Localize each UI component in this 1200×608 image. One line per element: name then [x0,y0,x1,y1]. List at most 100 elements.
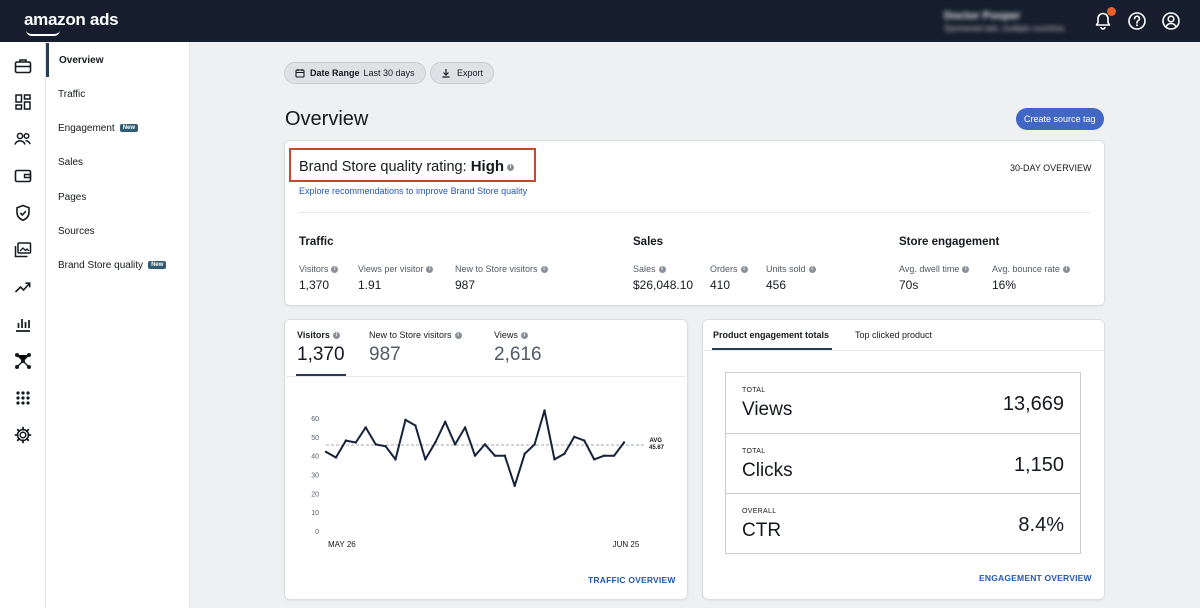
help-icon[interactable] [1127,11,1147,31]
x-tick-label: JUN 25 [613,540,640,549]
y-tick-label: 20 [311,491,319,498]
data-point [553,458,556,461]
info-icon[interactable]: i [808,266,816,274]
subnav-label: Traffic [58,88,86,100]
create-source-tag-button[interactable]: Create source tag [1016,108,1104,130]
tabs-divider [286,376,686,377]
y-tick-label: 0 [315,529,319,536]
wallet-icon[interactable] [13,166,33,186]
export-button[interactable]: Export [430,62,495,84]
data-point [354,441,357,444]
apps-icon[interactable] [13,388,33,408]
tab-value: 987 [369,344,401,365]
info-icon[interactable]: i [520,332,528,340]
info-icon[interactable]: i [454,332,462,340]
data-point [503,454,506,457]
export-label: Export [457,68,484,78]
subnav-item-overview[interactable]: Overview [46,43,190,77]
data-point [444,420,447,423]
engagement-overview-link[interactable]: ENGAGEMENT OVERVIEW [979,573,1092,583]
subnav-item-sources[interactable]: Sources [46,214,190,248]
audience-icon[interactable] [13,129,33,149]
data-point [483,443,487,446]
summary-divider [299,212,1091,213]
subnav-item-pages[interactable]: Pages [46,180,190,214]
data-point [324,450,328,454]
tab-visitors[interactable]: Visitors i 1,370 [297,330,345,366]
metric-label-visitors: Visitors i [299,264,339,274]
totals-row-clicks: TOTAL Clicks 1,150 [726,433,1080,493]
date-range-button[interactable]: Date Range Last 30 days [284,62,426,84]
totals-caption: OVERALL [742,508,777,515]
account-icon[interactable] [1161,11,1181,31]
y-tick-label: 40 [311,454,319,461]
notification-dot [1107,7,1116,16]
subnav-item-traffic[interactable]: Traffic [46,77,190,111]
subnav-item-sales[interactable]: Sales [46,145,190,179]
totals-caption: TOTAL [742,448,766,455]
subnav-item-engagement[interactable]: Engagement New [46,111,190,145]
bar-chart-icon[interactable] [13,314,33,334]
period-label: 30-DAY OVERVIEW [1010,163,1092,173]
info-icon[interactable]: i [1062,266,1070,274]
info-icon[interactable]: i [740,266,748,274]
y-tick-label: 10 [311,510,319,517]
info-icon[interactable]: i [540,266,548,274]
media-icon[interactable] [13,240,33,260]
top-bar: amazon ads Doctor Pooper Sponsored ads, … [0,0,1200,42]
tab-label: Visitors i [297,330,345,340]
quality-rating-value: High [470,158,505,175]
metric-value-bounce-rate: 16% [992,278,1017,292]
data-point [424,458,427,461]
dashboard-icon[interactable] [13,92,33,112]
tabs-divider [703,350,1104,351]
metric-label-sales: Sales i [633,264,666,274]
network-icon[interactable] [13,351,33,371]
data-point [533,443,536,446]
tab-new-to-store-visitors[interactable]: New to Store visitors i 987 [369,330,462,366]
quality-recommendations-link[interactable]: Explore recommendations to improve Brand… [299,186,527,196]
info-icon[interactable]: i [507,163,515,171]
info-icon[interactable]: i [331,266,339,274]
new-badge: New [148,261,167,269]
logo-smile [26,30,60,36]
account-subtitle: Sponsored ads, multiple countries [944,24,1065,33]
trend-icon[interactable] [13,277,33,297]
info-icon[interactable]: i [332,332,340,340]
metric-value-sales: $26,048.10 [633,278,694,292]
tab-top-clicked-product[interactable]: Top clicked product [855,330,932,340]
data-point [593,458,596,461]
metric-value-views-per-visitor: 1.91 [358,278,382,292]
briefcase-icon[interactable] [13,56,33,76]
subnav-item-brand-store-quality[interactable]: Brand Store quality New [46,248,190,282]
y-tick-label: 30 [311,473,319,480]
tab-product-engagement-totals[interactable]: Product engagement totals [713,330,829,340]
subnav-label: Brand Store quality [58,259,144,271]
data-point [602,454,606,457]
info-icon[interactable]: i [426,266,434,274]
totals-name: CTR [742,520,782,541]
data-point [473,454,477,457]
tab-views[interactable]: Views i 2,616 [494,330,542,366]
data-point [493,454,497,457]
account-name: Doctor Pooper [944,10,1021,22]
metric-label-dwell-time: Avg. dwell time i [899,264,970,274]
gear-icon[interactable] [13,425,33,445]
metric-value-new-to-store: 987 [455,278,476,292]
average-value: 45.67 [649,445,665,451]
info-icon[interactable]: i [962,266,970,274]
tab-value: 2,616 [494,344,542,365]
totals-caption: TOTAL [742,387,766,394]
date-range-label: Date Range [310,68,360,78]
account-switcher[interactable]: Doctor Pooper Sponsored ads, multiple co… [944,10,1065,33]
metric-label-orders: Orders i [710,264,748,274]
store-engagement-heading: Store engagement [899,236,1000,248]
quality-rating-label: Brand Store quality rating: [299,159,467,175]
amazon-ads-logo[interactable]: amazon ads [24,10,119,30]
info-icon[interactable]: i [658,266,666,274]
traffic-overview-link[interactable]: TRAFFIC OVERVIEW [588,575,676,585]
data-point [543,409,546,412]
tab-value: 1,370 [297,344,345,365]
shield-icon[interactable] [13,203,33,223]
data-point [573,435,576,439]
